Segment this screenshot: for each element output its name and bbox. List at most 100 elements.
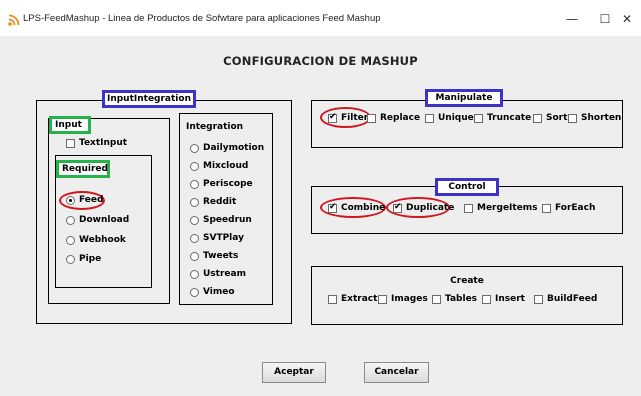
accept-button[interactable]: Aceptar: [262, 362, 326, 383]
cancel-button[interactable]: Cancelar: [364, 362, 429, 383]
required-title: Required: [56, 160, 110, 178]
radio-button[interactable]: [190, 179, 199, 189]
radio-label: Tweets: [203, 251, 239, 261]
textinput-label: TextInput: [79, 138, 128, 148]
checkbox-box[interactable]: [425, 113, 434, 123]
checkbox-box[interactable]: [328, 202, 337, 213]
checkbox-extract[interactable]: Extract: [328, 294, 377, 304]
checkbox-label: BuildFeed: [547, 294, 598, 304]
checkbox-replace[interactable]: Replace: [367, 113, 420, 123]
radio-label: Periscope: [203, 179, 253, 189]
checkbox-combine[interactable]: Combine: [328, 202, 386, 213]
radio-button[interactable]: [190, 197, 199, 207]
radio-button[interactable]: [190, 233, 199, 243]
checkbox-label: MergeItems: [477, 203, 538, 213]
checkbox-box[interactable]: [534, 294, 543, 304]
checkbox-box[interactable]: [482, 294, 491, 304]
checkbox-label: Sort: [546, 113, 568, 123]
checkbox-tables[interactable]: Tables: [432, 294, 477, 304]
checkbox-foreach[interactable]: ForEach: [542, 203, 595, 213]
checkbox-shorten[interactable]: Shorten: [568, 113, 621, 123]
checkbox-box[interactable]: [367, 113, 376, 123]
maximize-button[interactable]: ☐: [593, 8, 617, 30]
radio-button[interactable]: [190, 215, 199, 225]
create-title: Create: [450, 276, 484, 286]
checkbox-label: Images: [391, 294, 428, 304]
integration-option[interactable]: Reddit: [190, 197, 236, 207]
checkbox-label: Shorten: [581, 113, 622, 123]
input-integration-title: InputIntegration: [102, 90, 196, 108]
radio-label: Feed: [79, 195, 104, 205]
radio-webhook[interactable]: Webhook: [66, 235, 126, 245]
integration-option[interactable]: Dailymotion: [190, 143, 264, 153]
minimize-button[interactable]: —: [560, 8, 584, 30]
checkbox-filter[interactable]: Filter: [328, 112, 369, 123]
checkbox-mergeitems[interactable]: MergeItems: [464, 203, 538, 213]
radio-button[interactable]: [190, 161, 199, 171]
radio-button[interactable]: [190, 251, 199, 261]
checkbox-box[interactable]: [66, 138, 75, 148]
radio-button[interactable]: [66, 195, 75, 205]
integration-option[interactable]: Periscope: [190, 179, 253, 189]
checkbox-images[interactable]: Images: [378, 294, 428, 304]
checkbox-label: Unique: [438, 113, 474, 123]
checkbox-box[interactable]: [533, 113, 542, 123]
checkbox-label: Insert: [495, 294, 525, 304]
checkbox-sort[interactable]: Sort: [533, 113, 567, 123]
checkbox-label: Filter: [341, 113, 369, 123]
checkbox-label: Replace: [380, 113, 421, 123]
radio-button[interactable]: [66, 235, 75, 245]
manipulate-title: Manipulate: [425, 89, 503, 107]
radio-button[interactable]: [190, 269, 199, 279]
radio-pipe[interactable]: Pipe: [66, 254, 101, 264]
checkbox-label: Tables: [445, 294, 478, 304]
checkbox-box[interactable]: [542, 203, 551, 213]
radio-label: Vimeo: [203, 287, 235, 297]
radio-label: Reddit: [203, 197, 237, 207]
integration-option[interactable]: Tweets: [190, 251, 238, 261]
checkbox-box[interactable]: [328, 294, 337, 304]
integration-option[interactable]: Mixcloud: [190, 161, 248, 171]
radio-button[interactable]: [190, 287, 199, 297]
radio-label: Webhook: [79, 235, 126, 245]
checkbox-box[interactable]: [393, 202, 402, 213]
window-title: LPS-FeedMashup - Linea de Productos de S…: [23, 13, 381, 24]
radio-label: Pipe: [79, 254, 102, 264]
checkbox-label: Duplicate: [406, 203, 455, 213]
close-button[interactable]: ✕: [617, 8, 637, 30]
checkbox-insert[interactable]: Insert: [482, 294, 525, 304]
radio-button[interactable]: [66, 215, 75, 225]
rss-icon: [8, 14, 20, 26]
radio-button[interactable]: [66, 254, 75, 264]
checkbox-buildfeed[interactable]: BuildFeed: [534, 294, 597, 304]
radio-label: SVTPlay: [203, 233, 244, 243]
checkbox-box[interactable]: [432, 294, 441, 304]
radio-label: Download: [79, 215, 130, 225]
checkbox-duplicate[interactable]: Duplicate: [393, 202, 455, 213]
checkbox-label: Combine: [341, 203, 386, 213]
integration-option[interactable]: Speedrun: [190, 215, 252, 225]
input-title: Input: [49, 116, 91, 134]
checkbox-box[interactable]: [464, 203, 473, 213]
page-heading: CONFIGURACION DE MASHUP: [223, 54, 418, 68]
radio-label: Mixcloud: [203, 161, 249, 171]
checkbox-box[interactable]: [378, 294, 387, 304]
checkbox-box[interactable]: [474, 113, 483, 123]
integration-option[interactable]: Vimeo: [190, 287, 235, 297]
checkbox-label: Extract: [341, 294, 378, 304]
radio-feed[interactable]: Feed: [66, 195, 103, 205]
textinput-checkbox[interactable]: TextInput: [66, 138, 127, 148]
radio-button[interactable]: [190, 143, 199, 153]
checkbox-unique[interactable]: Unique: [425, 113, 474, 123]
radio-label: Speedrun: [203, 215, 252, 225]
checkbox-label: Truncate: [487, 113, 532, 123]
checkbox-truncate[interactable]: Truncate: [474, 113, 531, 123]
checkbox-box[interactable]: [328, 112, 337, 123]
integration-title: Integration: [186, 122, 244, 132]
checkbox-label: ForEach: [555, 203, 596, 213]
radio-label: Dailymotion: [203, 143, 265, 153]
radio-download[interactable]: Download: [66, 215, 129, 225]
integration-option[interactable]: Ustream: [190, 269, 246, 279]
checkbox-box[interactable]: [568, 113, 577, 123]
integration-option[interactable]: SVTPlay: [190, 233, 244, 243]
